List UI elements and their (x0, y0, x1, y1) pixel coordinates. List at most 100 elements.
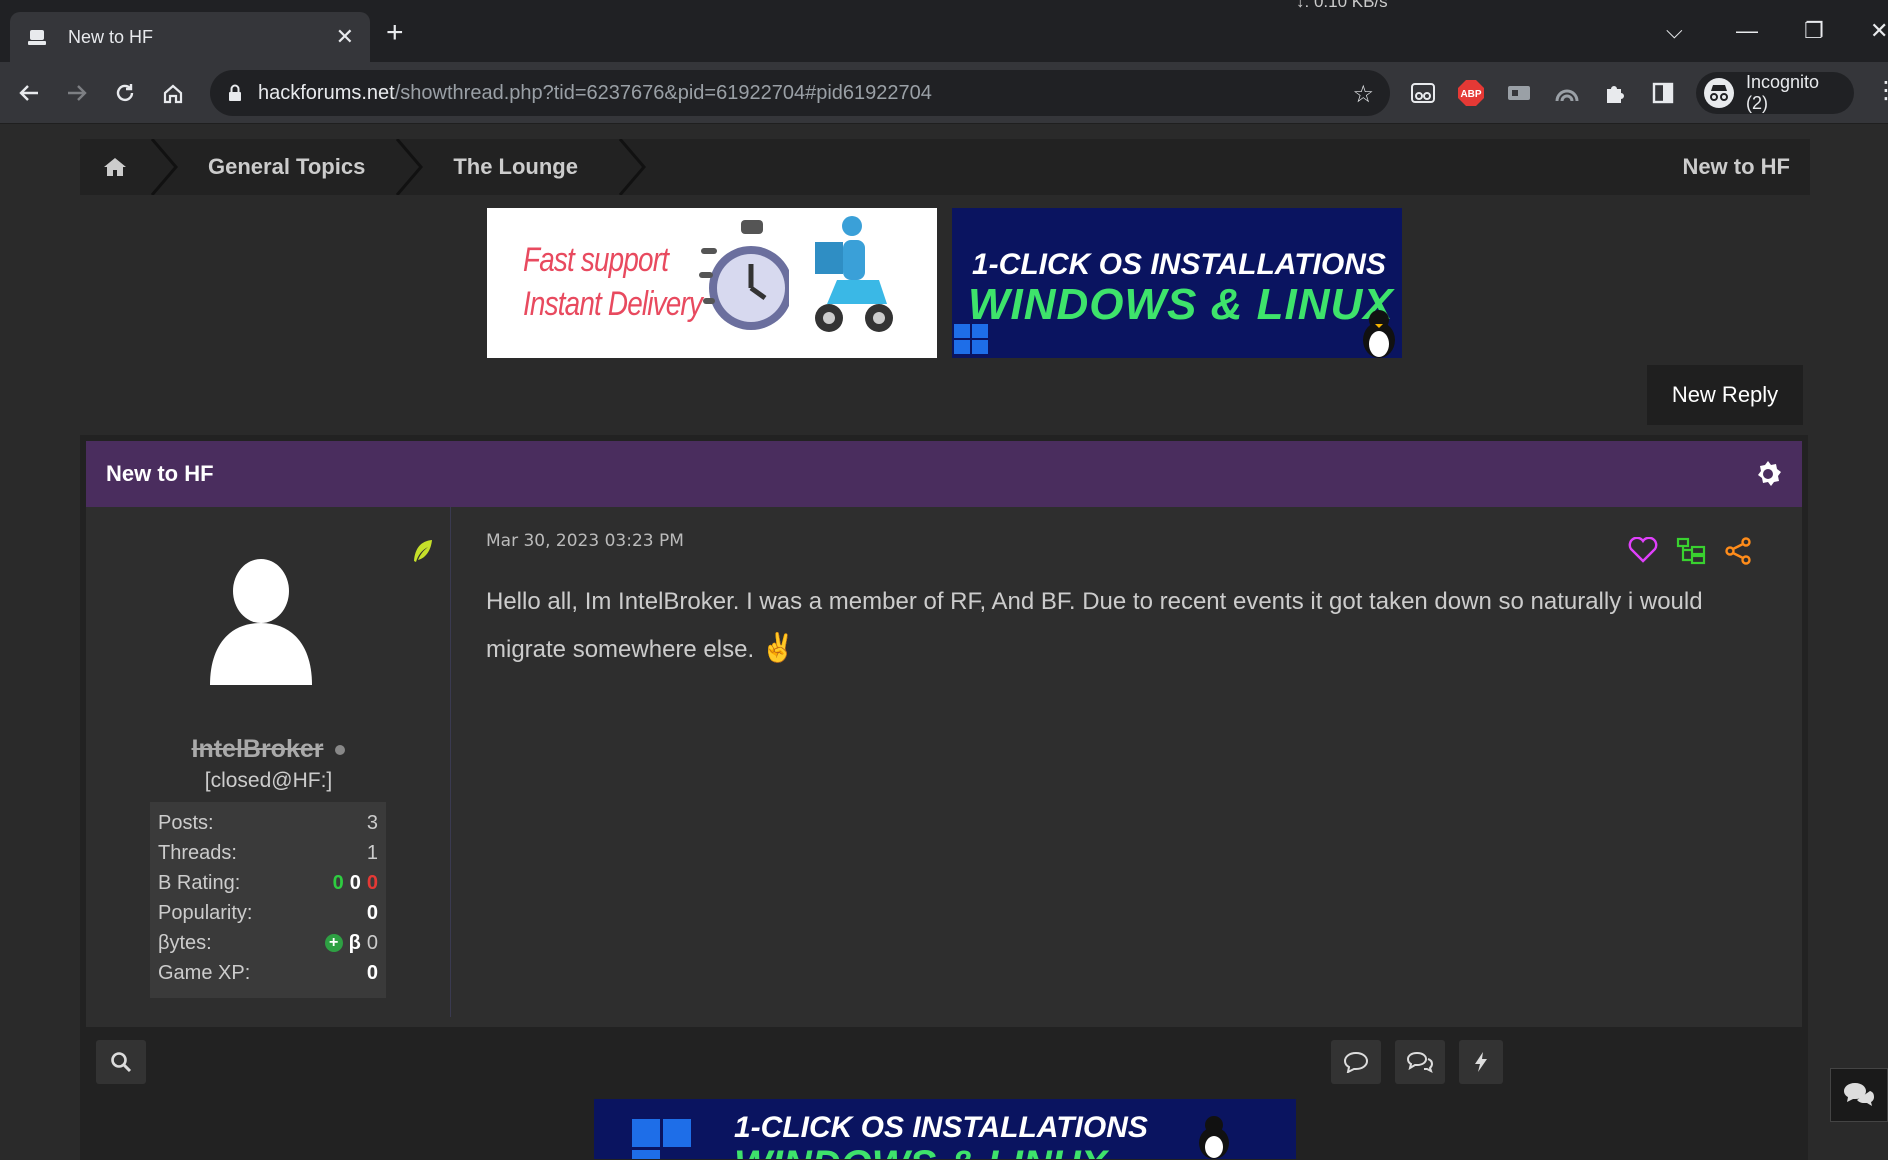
lock-icon[interactable] (228, 84, 242, 102)
home-icon[interactable] (156, 76, 190, 110)
stat-posts: Posts: 3 (158, 808, 378, 838)
browser-toolbar: hackforums.net/showthread.php?tid=623767… (0, 62, 1888, 124)
post-actions (1628, 537, 1752, 565)
address-bar[interactable]: hackforums.net/showthread.php?tid=623767… (210, 70, 1390, 116)
username-text: IntelBroker (191, 735, 324, 763)
reader-extension-icon[interactable] (1406, 76, 1440, 110)
username[interactable]: IntelBroker (86, 735, 451, 764)
post-body: Hello all, Im IntelBroker. I was a membe… (486, 579, 1776, 673)
url-host: hackforums.net (258, 81, 395, 104)
stat-popularity-value[interactable]: 0 (367, 902, 378, 925)
breadcrumb-current: New to HF (1682, 154, 1790, 179)
brating-positive: 0 (332, 871, 344, 894)
url-path: /showthread.php?tid=6237676&pid=61922704… (394, 81, 932, 104)
tab-title: New to HF (68, 26, 154, 47)
lightning-icon[interactable] (1459, 1040, 1503, 1084)
browser-menu-icon[interactable]: ⋮ (1874, 76, 1888, 105)
stat-popularity: Popularity: 0 (158, 898, 378, 928)
adblock-icon[interactable]: ABP (1454, 76, 1488, 110)
page-content: General Topics The Lounge New to HF Fast… (0, 125, 1888, 1160)
adblock-label: ABP (1460, 89, 1481, 100)
post-body-text: Hello all, Im IntelBroker. I was a membe… (486, 588, 1703, 663)
leaf-icon (414, 540, 432, 562)
thread-tree-icon[interactable] (1676, 537, 1706, 565)
incognito-favicon-icon (26, 26, 48, 48)
breadcrumb-home-icon[interactable] (80, 139, 150, 195)
brating-neutral: 0 (349, 871, 361, 894)
ad-banner-fast-support[interactable]: Fast support Instant Delivery (487, 208, 937, 358)
ad1-line1: Fast support (523, 241, 669, 279)
ad2-line2: WINDOWS & LINUX (968, 280, 1394, 329)
profile-label: Incognito (2) (1745, 72, 1820, 113)
delivery-scooter-icon (815, 216, 893, 332)
ad2-line1: 1-CLICK OS INSTALLATIONS (972, 248, 1386, 281)
ad-banner-bottom[interactable]: 1-CLICK OS INSTALLATIONS WINDOWS & LINUX (594, 1099, 1296, 1159)
bottom-ad-line1: 1-CLICK OS INSTALLATIONS (734, 1111, 1148, 1144)
minimize-icon[interactable]: — (1736, 18, 1758, 44)
stat-gamexp-label: Game XP: (158, 961, 251, 984)
thread-title: New to HF (106, 461, 214, 486)
post: IntelBroker [closed@HF:] Posts: 3 Thread… (86, 507, 1802, 1027)
stat-bytes-value: + β 0 (324, 931, 378, 955)
gear-icon[interactable] (1754, 460, 1782, 488)
stat-gamexp-value: 0 (366, 961, 378, 984)
brating-negative: 0 (366, 871, 378, 894)
forward-icon[interactable] (60, 76, 94, 110)
stopwatch-icon (699, 220, 789, 330)
ad1-line2: Instant Delivery (523, 285, 703, 323)
user-panel: IntelBroker [closed@HF:] Posts: 3 Thread… (86, 507, 451, 1017)
new-tab-icon[interactable]: + (386, 16, 404, 50)
restore-icon[interactable]: ❐ (1804, 18, 1824, 44)
breadcrumb-separator-icon (618, 139, 646, 195)
vpn-extension-icon[interactable] (1550, 76, 1584, 110)
browser-tab[interactable]: New to HF ✕ (10, 12, 370, 62)
post-footer (86, 1030, 1802, 1096)
ad1-text: Fast support Instant Delivery (523, 238, 703, 326)
breadcrumb-separator-icon (150, 139, 178, 195)
linux-penguin-icon (1199, 1116, 1229, 1159)
ad-banner-os-installations[interactable]: 1-CLICK OS INSTALLATIONS WINDOWS & LINUX (952, 208, 1402, 358)
stat-brating-value[interactable]: 000 (333, 872, 378, 895)
windows-logo-icon (954, 324, 988, 354)
stat-threads: Threads: 1 (158, 838, 378, 868)
stat-gamexp: Game XP: 0 (158, 958, 378, 988)
bookmark-star-icon[interactable]: ☆ (1352, 80, 1374, 109)
thread-header: New to HF (86, 441, 1802, 507)
like-heart-icon[interactable] (1628, 537, 1658, 565)
stat-posts-label: Posts: (158, 811, 214, 834)
browser-tabbar: New to HF ✕ + ↓: 0.10 KB/s ⌵ — ❐ ✕ (0, 0, 1888, 62)
window-close-icon[interactable]: ✕ (1870, 18, 1888, 44)
stat-threads-value[interactable]: 1 (367, 842, 378, 865)
new-reply-button[interactable]: New Reply (1647, 365, 1803, 425)
side-panel-icon[interactable] (1646, 76, 1680, 110)
breadcrumb-the-lounge[interactable]: The Lounge (425, 139, 618, 195)
thread-container: New to HF IntelBroker [closed@HF:] Posts… (80, 435, 1808, 1160)
breadcrumb-separator-icon (396, 139, 424, 195)
share-icon[interactable] (1724, 537, 1752, 565)
reply-bubble-icon[interactable] (1331, 1040, 1381, 1084)
chat-widget-icon[interactable] (1830, 1068, 1888, 1122)
breadcrumb-general-topics[interactable]: General Topics (180, 139, 395, 195)
post-date[interactable]: Mar 30, 2023 03:23 PM (486, 531, 684, 551)
tab-close-icon[interactable]: ✕ (336, 24, 354, 50)
bytes-amount: 0 (366, 931, 378, 954)
quote-bubbles-icon[interactable] (1395, 1040, 1445, 1084)
stat-popularity-label: Popularity: (158, 901, 253, 924)
breadcrumb: General Topics The Lounge New to HF (80, 139, 1810, 195)
victory-hand-emoji: ✌️ (760, 632, 796, 663)
stat-bytes-label: βytes: (158, 931, 212, 954)
linux-penguin-icon (1363, 310, 1395, 358)
speed-indicator: ↓: 0.10 KB/s (1296, 0, 1388, 11)
search-icon[interactable] (96, 1040, 146, 1084)
tab-search-icon[interactable]: ⌵ (1666, 18, 1683, 44)
stat-posts-value[interactable]: 3 (367, 812, 378, 835)
avatar[interactable] (206, 557, 316, 687)
donate-bytes-plus-icon[interactable]: + (324, 934, 343, 953)
extensions-puzzle-icon[interactable] (1598, 76, 1632, 110)
reload-icon[interactable] (108, 76, 142, 110)
media-extension-icon[interactable] (1502, 76, 1536, 110)
stat-threads-label: Threads: (158, 841, 237, 864)
bytes-symbol: β (348, 931, 361, 954)
back-icon[interactable] (12, 76, 46, 110)
incognito-profile-button[interactable]: Incognito (2) (1696, 72, 1854, 114)
